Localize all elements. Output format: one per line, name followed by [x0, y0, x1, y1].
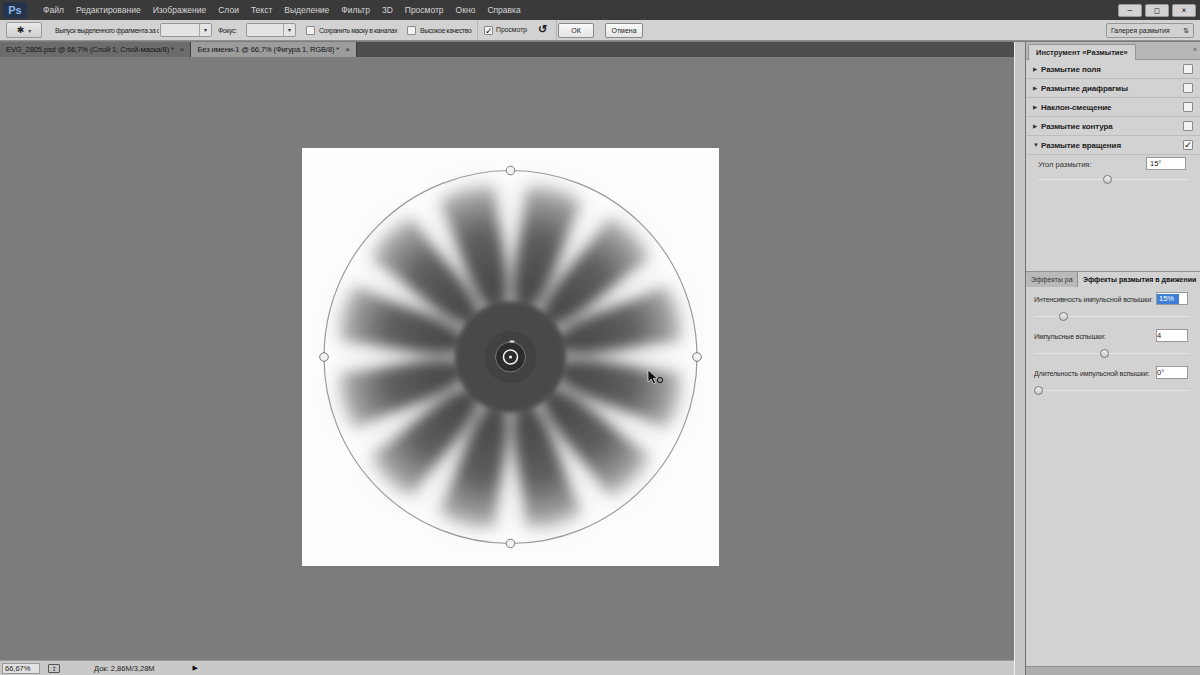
- menu-select[interactable]: Выделение: [278, 0, 335, 20]
- blur-angle-input[interactable]: 15°: [1146, 157, 1186, 170]
- effects-tab-strip: Эффекты ра Эффекты размытия в движении: [1026, 271, 1200, 286]
- menu-window[interactable]: Окно: [450, 0, 482, 20]
- tab-blur-effects[interactable]: Эффекты ра: [1026, 272, 1078, 287]
- close-icon[interactable]: ×: [180, 45, 185, 54]
- strobe-strength-input[interactable]: 15%: [1156, 292, 1188, 305]
- chevron-right-icon[interactable]: ▶: [1033, 104, 1041, 110]
- menu-image[interactable]: Изображение: [147, 0, 213, 20]
- strobe-strength-label: Интенсивность импульсной вспышки:: [1034, 296, 1153, 303]
- blur-angle-slider[interactable]: [1038, 175, 1188, 184]
- menu-help[interactable]: Справка: [481, 0, 526, 20]
- zoom-level-input[interactable]: 66,67%: [2, 663, 40, 674]
- panel-footer: [1026, 666, 1200, 675]
- spin-blur-checkbox[interactable]: [1183, 140, 1193, 150]
- save-mask-checkbox[interactable]: [306, 26, 315, 35]
- menu-filter[interactable]: Фильтр: [335, 0, 376, 20]
- blur-tools-panel-tab[interactable]: Инструмент «Размытие»: [1028, 44, 1136, 60]
- strobe-flashes-label: Импульсные вспышки:: [1034, 333, 1106, 340]
- chevron-down-icon[interactable]: ▾: [199, 24, 211, 36]
- spin-blur-row[interactable]: ▼ Размытие вращения: [1026, 136, 1200, 155]
- document-size-info: Док: 2,86М/3,28М: [94, 664, 155, 673]
- tab-motion-blur-effects[interactable]: Эффекты размытия в движении: [1078, 272, 1200, 287]
- cancel-button[interactable]: Отмена: [605, 23, 643, 38]
- focus-select[interactable]: ▾: [246, 23, 296, 37]
- workspace-switcher-icon: ⇅: [1183, 27, 1189, 35]
- field-blur-row[interactable]: ▶ Размытие поля: [1026, 60, 1200, 79]
- strobe-flashes-input[interactable]: 4: [1156, 329, 1188, 342]
- preview-checkbox[interactable]: [484, 26, 493, 35]
- blur-angle-label: Угол размытия:: [1038, 160, 1091, 169]
- chevron-down-icon[interactable]: ▾: [283, 24, 295, 36]
- collapse-panel-icon[interactable]: »: [1193, 46, 1197, 53]
- strobe-strength-slider[interactable]: [1034, 312, 1190, 321]
- chevron-right-icon[interactable]: ▶: [1033, 66, 1041, 72]
- chevron-down-icon: ▾: [28, 27, 31, 34]
- blur-tool-icon: ✱: [17, 25, 25, 35]
- menu-type[interactable]: Текст: [245, 0, 278, 20]
- document-tab-1[interactable]: EVG_2805.psd @ 66,7% (Слой 1, Слой-маска…: [0, 42, 191, 57]
- focus-label: Фокус:: [218, 20, 237, 41]
- document-tab-strip: EVG_2805.psd @ 66,7% (Слой 1, Слой-маска…: [0, 42, 1014, 57]
- save-mask-label: Сохранить маску в каналах: [319, 20, 397, 41]
- field-blur-checkbox[interactable]: [1183, 64, 1193, 74]
- slider-handle[interactable]: [1059, 312, 1068, 321]
- slider-handle[interactable]: [1100, 349, 1109, 358]
- ok-button[interactable]: ОК: [558, 23, 594, 38]
- strobe-duration-slider[interactable]: [1034, 386, 1190, 395]
- menu-layers[interactable]: Слои: [212, 0, 245, 20]
- maximize-button[interactable]: □: [1145, 4, 1169, 17]
- photoshop-logo-icon: Ps: [3, 2, 27, 18]
- status-bar: 66,67% ↥ Док: 2,86М/3,28М ▶: [0, 660, 1014, 675]
- panel-divider[interactable]: [1014, 42, 1026, 675]
- menu-3d[interactable]: 3D: [376, 0, 399, 20]
- preview-group: Просмотр ↺: [477, 20, 557, 40]
- chevron-right-icon[interactable]: ▶: [1033, 85, 1041, 91]
- high-quality-checkbox[interactable]: [407, 26, 416, 35]
- blur-tool-preset-button[interactable]: ✱ ▾: [6, 22, 42, 38]
- close-icon[interactable]: ×: [345, 45, 350, 54]
- menu-bar: Ps Файл Редактирование Изображение Слои …: [0, 0, 1200, 20]
- workspace-switcher[interactable]: Галерея размытия ⇅: [1106, 23, 1194, 38]
- menu-items: Файл Редактирование Изображение Слои Тек…: [37, 0, 527, 20]
- workspace-label: Галерея размытия: [1111, 27, 1170, 34]
- spin-blur-preview: [302, 148, 719, 566]
- bleed-label: Выпуск выделенного фрагмента за обрез:: [55, 20, 159, 41]
- iris-blur-checkbox[interactable]: [1183, 83, 1193, 93]
- strobe-flashes-slider[interactable]: [1034, 349, 1190, 358]
- window-controls: – □ ×: [1118, 4, 1196, 17]
- strobe-duration-label: Длительность импульсной вспышки:: [1034, 370, 1149, 377]
- minimize-button[interactable]: –: [1118, 4, 1142, 17]
- slider-handle[interactable]: [1034, 386, 1043, 395]
- path-blur-row[interactable]: ▶ Размытие контура: [1026, 117, 1200, 136]
- tilt-shift-checkbox[interactable]: [1183, 102, 1193, 112]
- slider-handle[interactable]: [1103, 175, 1112, 184]
- document-image[interactable]: [302, 148, 719, 566]
- chevron-down-icon[interactable]: ▼: [1033, 142, 1041, 148]
- bleed-select[interactable]: ▾: [160, 23, 212, 37]
- canvas-area[interactable]: [0, 57, 1014, 660]
- tilt-shift-row[interactable]: ▶ Наклон-смещение: [1026, 98, 1200, 117]
- options-bar: ✱ ▾ Выпуск выделенного фрагмента за обре…: [0, 20, 1200, 41]
- chevron-right-icon[interactable]: ▶: [1033, 123, 1041, 129]
- document-status-icon[interactable]: ↥: [48, 664, 60, 673]
- preview-label: Просмотр: [496, 20, 527, 40]
- status-menu-arrow-icon[interactable]: ▶: [193, 664, 198, 672]
- strobe-duration-input[interactable]: 0°: [1156, 366, 1188, 379]
- blur-angle-row: Угол размытия: 15°: [1026, 155, 1200, 175]
- iris-blur-row[interactable]: ▶ Размытие диафрагмы: [1026, 79, 1200, 98]
- menu-view[interactable]: Просмотр: [399, 0, 450, 20]
- menu-edit[interactable]: Редактирование: [70, 0, 147, 20]
- menu-file[interactable]: Файл: [37, 0, 70, 20]
- path-blur-checkbox[interactable]: [1183, 121, 1193, 131]
- high-quality-label: Высокое качество: [420, 20, 471, 41]
- close-button[interactable]: ×: [1172, 4, 1196, 17]
- blur-tools-panel: Инструмент «Размытие» » ▶ Размытие поля …: [1026, 42, 1200, 675]
- document-tab-2[interactable]: Без имени-1 @ 66,7% (Фигура 1, RGB/8) * …: [191, 42, 356, 57]
- reset-icon[interactable]: ↺: [538, 23, 547, 36]
